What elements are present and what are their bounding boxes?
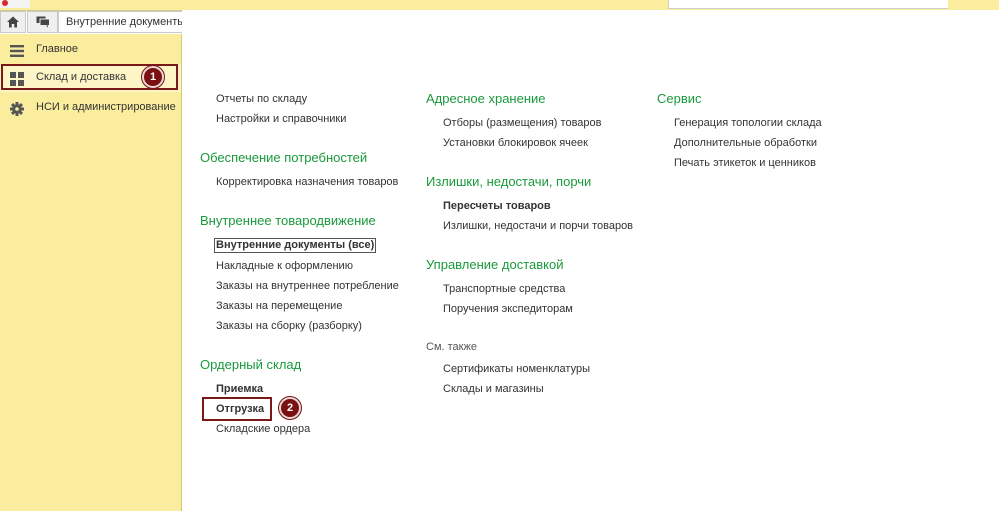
callout-badge-2: 2 [279,397,301,419]
link-surplus-shortage-damage[interactable]: Излишки, недостачи и порчи товаров [443,220,633,232]
link-stock-recounts[interactable]: Пересчеты товаров [443,200,551,212]
link-receiving[interactable]: Приемка [216,383,263,395]
link-invoices-to-process[interactable]: Накладные к оформлению [216,260,353,272]
app-logo [0,0,30,8]
link-settings-references[interactable]: Настройки и справочники [216,113,346,125]
link-picking-placement[interactable]: Отборы (размещения) товаров [443,117,601,129]
sidebar-item-label: НСИ и администрирование [36,101,176,113]
home-icon [7,16,19,28]
link-internal-documents-all[interactable]: Внутренние документы (все) [214,238,377,253]
link-warehouse-reports[interactable]: Отчеты по складу [216,93,307,105]
sidebar-item-admin[interactable]: НСИ и администрирование [0,94,181,122]
window-controls[interactable] [948,0,999,9]
window-title-area [60,0,600,9]
tab-bar-background [182,10,999,34]
callout-badge-1: 1 [142,66,164,88]
section-title-order-warehouse: Ордерный склад [200,357,302,372]
home-tab[interactable] [0,11,26,33]
link-correct-assignment[interactable]: Корректировка назначения товаров [216,176,398,188]
section-title-address-storage: Адресное хранение [426,91,546,106]
link-internal-consumption-orders[interactable]: Заказы на внутреннее потребление [216,280,399,292]
chat-icon [36,16,50,28]
link-warehouse-orders[interactable]: Складские ордера [216,423,310,435]
menu-lines-icon [10,45,24,57]
section-title-service: Сервис [657,91,702,106]
sidebar-item-label: Главное [36,43,79,55]
highlight-frame [202,397,272,421]
section-title-supply: Обеспечение потребностей [200,150,368,165]
search-input[interactable] [668,0,950,9]
link-transfer-orders[interactable]: Заказы на перемещение [216,300,342,312]
link-vehicles[interactable]: Транспортные средства [443,283,565,295]
link-item-certificates[interactable]: Сертификаты номенклатуры [443,363,590,375]
tab-bar: Внутренние документы ( [0,10,999,34]
link-assembly-orders[interactable]: Заказы на сборку (разборку) [216,320,362,332]
tab-internal-documents[interactable]: Внутренние документы ( [58,11,182,33]
gear-icon [10,102,24,116]
sidebar-item-main[interactable]: Главное [0,36,181,64]
link-forwarder-assignments[interactable]: Поручения экспедиторам [443,303,573,315]
link-cell-blocking[interactable]: Установки блокировок ячеек [443,137,588,149]
link-warehouses-stores[interactable]: Склады и магазины [443,383,544,395]
link-topology-generation[interactable]: Генерация топологии склада [674,117,822,129]
section-title-surplus-shortage: Излишки, недостачи, порчи [426,174,592,189]
link-print-labels[interactable]: Печать этикеток и ценников [674,157,816,169]
section-title-internal-movement: Внутреннее товародвижение [200,213,376,228]
discussions-tab[interactable] [27,11,58,33]
see-also-title: См. также [426,341,477,353]
section-title-delivery-management: Управление доставкой [426,257,564,272]
link-additional-processing[interactable]: Дополнительные обработки [674,137,817,149]
